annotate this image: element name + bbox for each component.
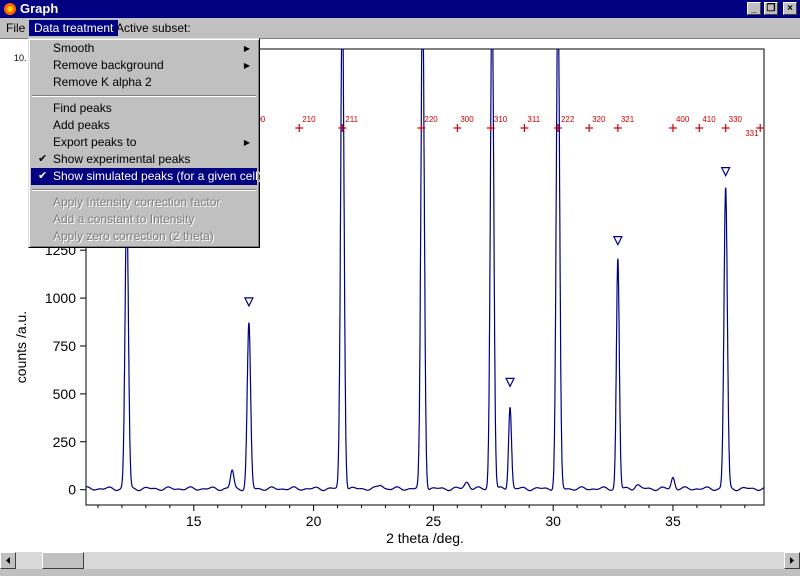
- experimental-peak-marker: [243, 297, 254, 308]
- menu-item-find-peaks[interactable]: Find peaks: [31, 100, 257, 117]
- scroll-left-button[interactable]: [0, 552, 16, 569]
- menu-item-show-simulated-peaks[interactable]: ✔ Show simulated peaks (for a given cell): [31, 168, 262, 185]
- window-title: Graph: [20, 1, 59, 16]
- menu-file[interactable]: File: [1, 20, 30, 36]
- menu-item-add-constant-intensity: Add a constant to Intensity: [53, 212, 195, 226]
- experimental-peak-marker: [612, 235, 623, 246]
- experimental-peak-marker: [720, 167, 731, 177]
- restore-icon[interactable]: ❐: [764, 2, 778, 15]
- simulated-peak-label: 300: [460, 115, 474, 124]
- simulated-peak-label: 310: [494, 115, 508, 124]
- x-axis-label: 2 theta /deg.: [386, 530, 464, 546]
- y-tick-label: 250: [53, 434, 77, 450]
- menu-separator: [32, 95, 256, 97]
- menu-item-smooth[interactable]: Smooth ▶: [31, 40, 257, 57]
- simulated-peak-label: 311: [527, 115, 540, 124]
- title-bar: Graph _ ❐ ×: [0, 0, 800, 18]
- minimize-icon[interactable]: _: [747, 2, 761, 15]
- menu-item-remove-background[interactable]: Remove background ▶: [31, 57, 257, 74]
- scroll-right-icon: [790, 557, 794, 564]
- menu-item-export-peaks[interactable]: Export peaks to ▶: [31, 134, 257, 151]
- simulated-peak-label: 331: [745, 129, 759, 138]
- scroll-left-icon: [6, 557, 10, 564]
- menu-item-show-experimental-peaks[interactable]: ✔ Show experimental peaks: [31, 151, 257, 168]
- menu-item-apply-zero-correction: Apply zero correction (2 theta): [53, 229, 214, 243]
- simulated-peak-label: 222: [561, 115, 575, 124]
- y-tick-label: 500: [53, 386, 77, 402]
- y-tick-label: 1000: [45, 290, 76, 306]
- y-tick-label: 750: [53, 338, 77, 354]
- menu-separator: [32, 189, 256, 191]
- menu-item-remove-k-alpha-2[interactable]: Remove K alpha 2: [31, 74, 257, 91]
- x-tick-label: 30: [545, 513, 561, 529]
- simulated-peak-label: 400: [676, 115, 690, 124]
- menu-item-add-peaks[interactable]: Add peaks: [31, 117, 257, 134]
- menu-active-subset[interactable]: Active subset:: [111, 20, 196, 36]
- scroll-thumb[interactable]: [42, 552, 84, 569]
- close-icon[interactable]: ×: [783, 2, 797, 15]
- menu-item-apply-intensity-correction: Apply Intensity correction factor: [53, 195, 221, 209]
- menu-bar: File Data treatment Active subset:: [0, 18, 800, 38]
- simulated-peak-label: 320: [592, 115, 606, 124]
- x-tick-label: 25: [426, 513, 442, 529]
- submenu-arrow-icon: ▶: [243, 61, 250, 70]
- simulated-peak-label: 330: [729, 115, 743, 124]
- checkmark-icon: ✔: [38, 153, 48, 165]
- x-tick-label: 15: [186, 513, 202, 529]
- checkmark-icon: ✔: [38, 170, 48, 182]
- data-treatment-dropdown: Smooth ▶ Remove background ▶ Remove K alph…: [28, 38, 262, 248]
- scroll-right-button[interactable]: [784, 552, 800, 569]
- y-axis-label: counts /a.u.: [13, 311, 29, 383]
- submenu-arrow-icon: ▶: [243, 44, 250, 53]
- simulated-peak-label: 321: [621, 115, 635, 124]
- experimental-peak-marker: [505, 377, 516, 388]
- menu-data-treatment[interactable]: Data treatment: [29, 20, 119, 36]
- x-tick-label: 20: [306, 513, 322, 529]
- simulated-peak-label: 220: [424, 115, 438, 124]
- simulated-peak-label: 211: [345, 115, 358, 124]
- app-icon: [4, 3, 16, 15]
- submenu-arrow-icon: ▶: [243, 138, 250, 147]
- y-tick-label: 0: [68, 482, 76, 498]
- y-top-label: 10.: [14, 53, 27, 63]
- simulated-peak-label: 210: [302, 115, 316, 124]
- x-tick-label: 35: [665, 513, 681, 529]
- simulated-peak-label: 410: [702, 115, 716, 124]
- horizontal-scrollbar[interactable]: [0, 552, 800, 569]
